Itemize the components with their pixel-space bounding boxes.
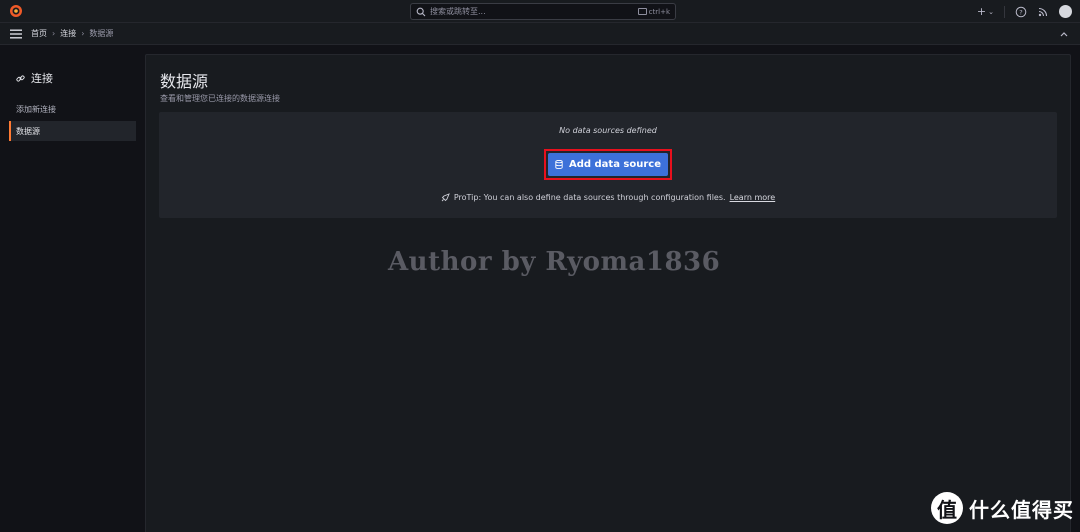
search-shortcut: ctrl+k — [637, 7, 670, 16]
highlight-box: Add data source — [544, 149, 672, 180]
learn-more-link[interactable]: Learn more — [730, 193, 776, 202]
top-bar: 搜索或跳转至... ctrl+k + ⌄ ? — [0, 0, 1080, 23]
keyboard-icon — [637, 8, 647, 15]
breadcrumb-connections[interactable]: 连接 — [60, 28, 76, 39]
user-avatar[interactable] — [1059, 5, 1072, 18]
database-icon — [555, 160, 563, 169]
empty-state-message: No data sources defined — [559, 126, 657, 135]
chevron-right-icon: › — [52, 29, 56, 38]
chevron-right-icon: › — [81, 29, 85, 38]
author-watermark: Author by Ryoma1836 — [388, 247, 721, 277]
empty-state-card: No data sources defined Add data source … — [159, 112, 1057, 218]
breadcrumb-bar: 首页 › 连接 › 数据源 — [0, 23, 1080, 45]
page-subtitle: 查看和管理您已连接的数据源连接 — [160, 94, 280, 103]
hamburger-menu-icon[interactable] — [10, 29, 22, 39]
divider — [1004, 5, 1005, 18]
sidebar-item-datasources[interactable]: 数据源 — [9, 121, 136, 141]
protip-text: ProTip: You can also define data sources… — [453, 193, 726, 202]
site-watermark-logo: 值 什么值得买 — [931, 492, 1074, 524]
add-data-source-button[interactable]: Add data source — [548, 153, 668, 176]
chevron-up-icon[interactable] — [1060, 31, 1068, 37]
protip: ProTip: You can also define data sources… — [159, 193, 1057, 202]
new-button[interactable]: + ⌄ — [977, 5, 994, 18]
section-nav: 连接 添加新连接 数据源 — [0, 45, 144, 532]
main-content: 数据源 查看和管理您已连接的数据源连接 No data sources defi… — [145, 54, 1071, 532]
plus-icon: + — [976, 5, 987, 18]
search-input[interactable]: 搜索或跳转至... ctrl+k — [410, 3, 676, 20]
section-nav-title: 连接 — [16, 70, 53, 86]
section-nav-title-text: 连接 — [31, 72, 53, 85]
top-actions: + ⌄ ? — [977, 4, 1072, 19]
link-icon — [16, 74, 25, 82]
rss-news-icon[interactable] — [1037, 6, 1049, 18]
help-icon[interactable]: ? — [1015, 6, 1027, 18]
breadcrumb: 首页 › 连接 › 数据源 — [31, 28, 113, 39]
grafana-logo-icon[interactable] — [9, 4, 23, 18]
chevron-down-icon: ⌄ — [988, 7, 994, 16]
search-icon — [416, 7, 426, 16]
sidebar-item-add-connection[interactable]: 添加新连接 — [9, 99, 136, 119]
svg-text:?: ? — [1019, 8, 1022, 16]
breadcrumb-datasources: 数据源 — [89, 29, 114, 38]
add-data-source-label: Add data source — [568, 159, 662, 170]
search-shortcut-label: ctrl+k — [648, 7, 670, 16]
breadcrumb-home[interactable]: 首页 — [31, 28, 47, 39]
rocket-icon — [441, 193, 450, 202]
site-logo-text: 什么值得买 — [969, 497, 1074, 522]
page-title: 数据源 — [160, 72, 209, 91]
search-placeholder: 搜索或跳转至... — [430, 7, 486, 16]
site-logo-icon: 值 — [931, 492, 963, 524]
